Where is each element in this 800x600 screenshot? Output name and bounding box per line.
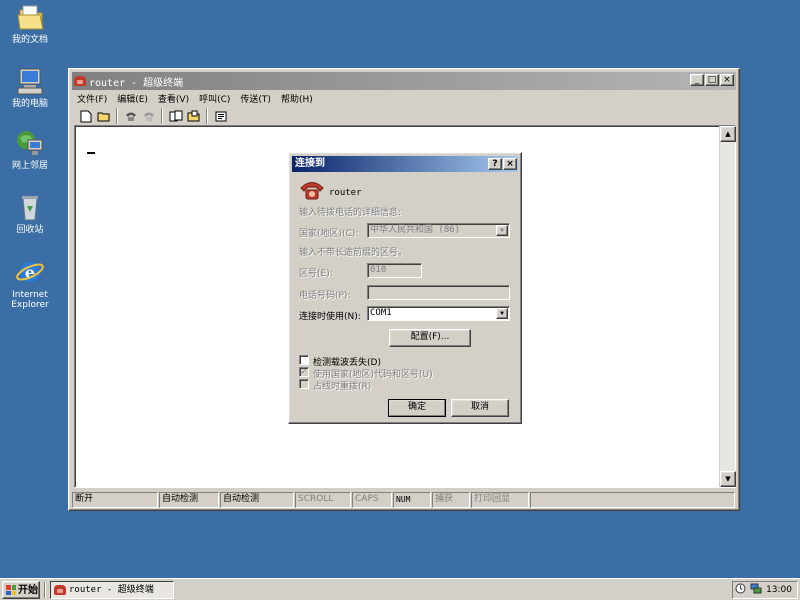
country-value: 中华人民共和国 (86) bbox=[370, 225, 461, 235]
phone-app-icon bbox=[54, 585, 66, 595]
chevron-down-icon: ▼ bbox=[496, 225, 508, 236]
taskbar-item-label: router - 超级终端 bbox=[69, 584, 154, 595]
menu-file[interactable]: 文件(F) bbox=[72, 92, 112, 105]
start-button[interactable]: 开始 bbox=[2, 581, 40, 599]
maximize-button[interactable]: □ bbox=[705, 74, 719, 86]
status-num: NUM bbox=[393, 492, 431, 508]
desktop-icon-label: 回收站 bbox=[16, 225, 44, 235]
taskbar: 开始 router - 超级终端 13:00 bbox=[0, 578, 800, 600]
status-print-echo: 打印回显 bbox=[471, 492, 529, 508]
status-caps: CAPS bbox=[352, 492, 392, 508]
text-cursor bbox=[87, 152, 95, 154]
windows-logo-icon bbox=[6, 585, 16, 595]
desktop-icon-label: 网上邻居 bbox=[11, 161, 48, 171]
taskbar-separator bbox=[44, 582, 46, 598]
disconnect-icon[interactable] bbox=[140, 108, 157, 124]
area-hint: 输入不带长途前缀的区号。 bbox=[299, 248, 408, 258]
toolbar-separator bbox=[116, 108, 118, 124]
cancel-button[interactable]: 取消 bbox=[451, 399, 509, 417]
toolbar-separator bbox=[206, 108, 208, 124]
my-documents-icon bbox=[14, 2, 46, 32]
dialog-title: 连接到 bbox=[295, 158, 325, 169]
menu-view[interactable]: 查看(V) bbox=[153, 92, 194, 105]
status-connection: 断开 bbox=[72, 492, 158, 508]
use-country-checkbox[interactable]: ✓ bbox=[299, 367, 309, 377]
tray-clock-icon[interactable] bbox=[735, 583, 746, 597]
status-detect-2: 自动检测 bbox=[220, 492, 294, 508]
recycle-bin-icon bbox=[14, 192, 46, 222]
desktop-icon-label: 我的电脑 bbox=[11, 99, 48, 109]
status-empty bbox=[530, 492, 735, 508]
new-icon[interactable] bbox=[77, 108, 94, 124]
connect-using-label: 连接时使用(N): bbox=[299, 312, 361, 322]
configure-button[interactable]: 配置(F)... bbox=[389, 329, 471, 347]
scroll-down-button[interactable]: ▼ bbox=[720, 471, 736, 487]
phone-number-label: 电话号码(P): bbox=[299, 291, 351, 301]
desktop-icon-network[interactable]: 网上邻居 bbox=[0, 128, 60, 171]
taskbar-item-router[interactable]: router - 超级终端 bbox=[50, 581, 174, 599]
connection-name: router bbox=[329, 188, 362, 198]
send-icon[interactable] bbox=[167, 108, 184, 124]
chevron-down-icon: ▼ bbox=[496, 308, 508, 319]
open-icon[interactable] bbox=[95, 108, 112, 124]
desktop-icon-internet-explorer[interactable]: e Internet Explorer bbox=[0, 257, 60, 310]
window-title: router - 超级终端 bbox=[89, 77, 184, 89]
close-button[interactable]: × bbox=[720, 74, 734, 86]
properties-icon[interactable] bbox=[212, 108, 229, 124]
minimize-button[interactable]: _ bbox=[690, 74, 704, 86]
phone-app-icon bbox=[74, 76, 86, 86]
desktop-icon-label-line1: Internet bbox=[12, 290, 48, 300]
desktop-icon-my-documents[interactable]: 我的文档 bbox=[0, 2, 60, 45]
details-prompt: 输入待拨电话的详细信息: bbox=[299, 208, 402, 218]
area-code-input[interactable]: 010 bbox=[367, 263, 422, 278]
area-code-label: 区号(E): bbox=[299, 269, 333, 279]
call-icon[interactable] bbox=[122, 108, 139, 124]
dialog-close-button[interactable]: × bbox=[503, 158, 517, 170]
phone-connection-icon bbox=[299, 179, 325, 204]
status-capture: 捕获 bbox=[432, 492, 470, 508]
status-detect-1: 自动检测 bbox=[159, 492, 219, 508]
phone-number-input[interactable] bbox=[367, 285, 510, 300]
toolbar bbox=[72, 106, 736, 126]
status-scroll: SCROLL bbox=[295, 492, 351, 508]
my-computer-icon bbox=[14, 66, 46, 96]
system-tray: 13:00 bbox=[732, 581, 798, 599]
menu-transfer[interactable]: 传送(T) bbox=[235, 92, 276, 105]
country-label: 国家(地区)(C): bbox=[299, 229, 359, 239]
tray-network-icon[interactable] bbox=[750, 583, 762, 597]
window-titlebar[interactable]: router - 超级终端 _ □ × bbox=[72, 72, 736, 90]
menu-edit[interactable]: 编辑(E) bbox=[112, 92, 153, 105]
network-places-icon bbox=[14, 128, 46, 158]
start-label: 开始 bbox=[18, 584, 38, 596]
check-carrier-checkbox[interactable] bbox=[299, 355, 309, 365]
receive-icon[interactable] bbox=[185, 108, 202, 124]
connect-using-value: COM1 bbox=[370, 308, 392, 318]
desktop-icon-label: 我的文档 bbox=[11, 35, 48, 45]
toolbar-separator bbox=[161, 108, 163, 124]
vertical-scrollbar[interactable]: ▲ ▼ bbox=[719, 126, 736, 487]
tray-clock: 13:00 bbox=[766, 585, 792, 595]
menu-bar: 文件(F) 编辑(E) 查看(V) 呼叫(C) 传送(T) 帮助(H) bbox=[72, 90, 736, 106]
desktop-icon-label-line2: Explorer bbox=[11, 300, 49, 310]
menu-help[interactable]: 帮助(H) bbox=[276, 92, 318, 105]
ok-button[interactable]: 确定 bbox=[388, 399, 446, 417]
scroll-up-button[interactable]: ▲ bbox=[720, 126, 736, 142]
desktop-icon-my-computer[interactable]: 我的电脑 bbox=[0, 66, 60, 109]
internet-explorer-icon: e bbox=[14, 257, 46, 287]
desktop-icon-recycle-bin[interactable]: 回收站 bbox=[0, 192, 60, 235]
redial-checkbox[interactable] bbox=[299, 379, 309, 389]
connect-to-dialog: 连接到 ? × router 输入待拨电话的详细信息: 国家(地区)(C): 中… bbox=[288, 152, 522, 424]
dialog-titlebar[interactable]: 连接到 ? × bbox=[292, 156, 518, 172]
country-select[interactable]: 中华人民共和国 (86) ▼ bbox=[367, 223, 510, 238]
status-bar: 断开 自动检测 自动检测 SCROLL CAPS NUM 捕获 打印回显 bbox=[72, 492, 736, 508]
help-button[interactable]: ? bbox=[488, 158, 502, 170]
connect-using-select[interactable]: COM1 ▼ bbox=[367, 306, 510, 321]
redial-label: 占线时重拨(R) bbox=[313, 382, 372, 392]
menu-call[interactable]: 呼叫(C) bbox=[194, 92, 235, 105]
